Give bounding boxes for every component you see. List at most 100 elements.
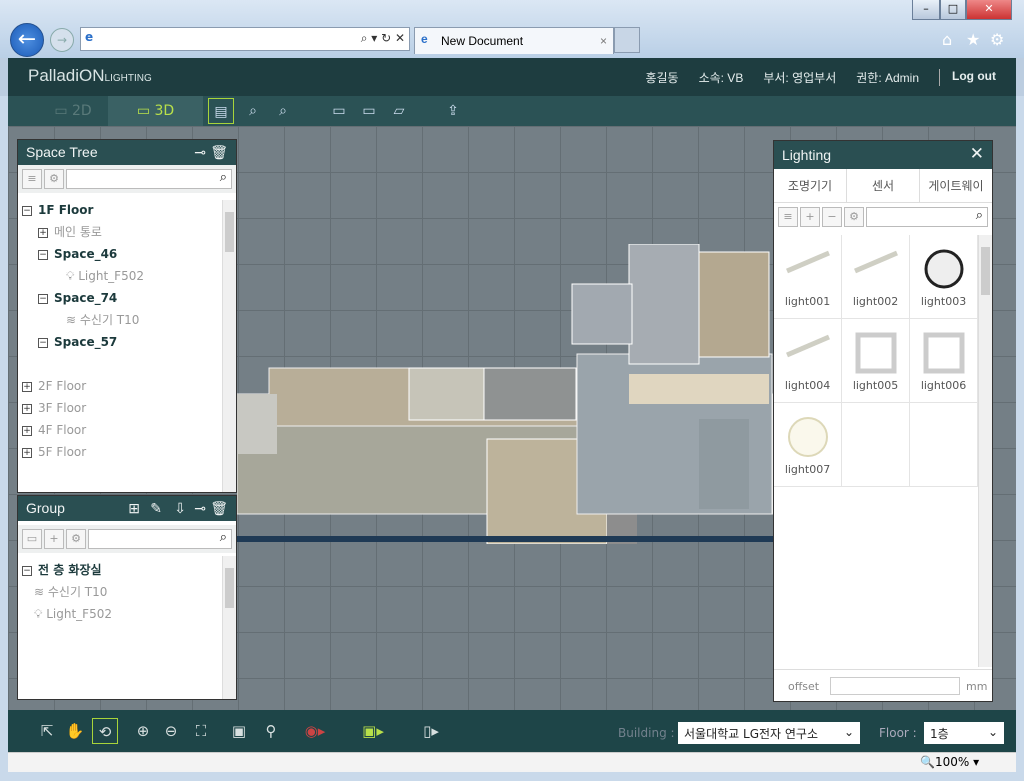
new-tab-button[interactable] bbox=[614, 27, 640, 53]
expand-icon[interactable]: + bbox=[22, 403, 32, 414]
tree-item[interactable]: +3F Floor bbox=[22, 397, 232, 419]
tab-lighting-fixtures[interactable]: 조명기기 bbox=[774, 169, 847, 202]
folder-icon[interactable]: ▭ bbox=[22, 529, 42, 549]
building-select[interactable]: 서울대학교 LG전자 연구소 ⌄ bbox=[678, 722, 860, 744]
zoom-out-icon[interactable]: ⊖ bbox=[158, 718, 184, 744]
collapse-icon[interactable]: − bbox=[38, 337, 48, 348]
search-icon[interactable]: ⌕ bbox=[220, 170, 227, 185]
export-icon[interactable]: ⇪ bbox=[440, 98, 466, 124]
list-icon[interactable]: ≡ bbox=[22, 169, 42, 189]
tree-item[interactable]: 💡︎ Light_F502 bbox=[22, 265, 232, 287]
zoom-in-icon[interactable]: ⊕ bbox=[130, 718, 156, 744]
monitor-icon[interactable]: ▭ bbox=[326, 98, 352, 124]
view-2d-button[interactable]: ▭ 2D bbox=[38, 96, 108, 126]
floor-select[interactable]: 1층 ⌄ bbox=[924, 722, 1004, 744]
scrollbar[interactable] bbox=[222, 556, 236, 699]
search-refresh-stop-icons[interactable]: ⌕ ▾ ↻ ✕ bbox=[361, 31, 405, 46]
light-item[interactable]: light006 bbox=[910, 319, 978, 403]
light-item[interactable]: light005 bbox=[842, 319, 910, 403]
maximize-button[interactable]: □ bbox=[940, 0, 966, 20]
close-icon[interactable]: ✕ bbox=[970, 144, 984, 164]
gear-icon[interactable]: ⚙ bbox=[44, 169, 64, 189]
list-icon[interactable]: ≡ bbox=[778, 207, 798, 227]
tab-sensors[interactable]: 센서 bbox=[847, 169, 920, 202]
light-item[interactable]: light004 bbox=[774, 319, 842, 403]
cube-menu-icon[interactable]: ▣▸ bbox=[360, 718, 386, 744]
search-icon[interactable]: ⌕ bbox=[220, 530, 227, 545]
light-item[interactable]: light002 bbox=[842, 235, 910, 319]
expand-icon[interactable]: + bbox=[38, 227, 48, 238]
search-icon[interactable]: ⌕ bbox=[976, 208, 983, 223]
tree-item[interactable]: + 메인 통로 bbox=[22, 221, 232, 243]
plus-icon[interactable]: + bbox=[800, 207, 820, 227]
tree-item[interactable]: +5F Floor bbox=[22, 441, 232, 463]
link-icon[interactable]: ⊸ bbox=[194, 144, 206, 161]
light-item[interactable]: light001 bbox=[774, 235, 842, 319]
collapse-icon[interactable]: − bbox=[22, 205, 32, 216]
collapse-icon[interactable]: − bbox=[22, 565, 32, 576]
tree-item[interactable]: − Space_57 bbox=[22, 331, 232, 353]
favorites-icon[interactable]: ★ bbox=[966, 30, 980, 49]
close-window-button[interactable]: ✕ bbox=[966, 0, 1012, 20]
tab-gateways[interactable]: 게이트웨이 bbox=[920, 169, 992, 202]
select-arrow-icon[interactable]: ⇱ bbox=[34, 718, 60, 744]
forward-button[interactable]: → bbox=[50, 28, 74, 52]
trash-icon[interactable]: 🗑 bbox=[210, 144, 228, 161]
rotate-icon[interactable]: ⟲ bbox=[92, 718, 118, 744]
expand-icon[interactable]: + bbox=[22, 425, 32, 436]
search-map-icon[interactable]: ⌕ bbox=[240, 98, 266, 124]
light-item[interactable]: light007 bbox=[774, 403, 842, 487]
tree-item[interactable]: +2F Floor bbox=[22, 375, 232, 397]
layers-icon[interactable]: ▣ bbox=[226, 718, 252, 744]
scrollbar[interactable] bbox=[978, 235, 992, 667]
collapse-icon[interactable]: − bbox=[38, 293, 48, 304]
back-button[interactable]: ← bbox=[10, 23, 44, 57]
edit-icon[interactable]: ✎ bbox=[150, 500, 162, 517]
home-icon[interactable]: ⌂ bbox=[942, 30, 952, 49]
address-bar[interactable]: e ⌕ ▾ ↻ ✕ bbox=[80, 27, 410, 51]
zoom-level[interactable]: 🔍100% ▾ bbox=[920, 755, 979, 769]
gear-icon[interactable]: ⚙ bbox=[844, 207, 864, 227]
trash-icon[interactable]: 🗑 bbox=[210, 500, 228, 517]
visibility-menu-icon[interactable]: ◉▸ bbox=[302, 718, 328, 744]
settings-gear-icon[interactable]: ⚙ bbox=[990, 30, 1004, 49]
tree-item[interactable]: ≋ 수신기 T10 bbox=[22, 309, 232, 331]
wall-height-menu-icon[interactable]: ▯▸ bbox=[418, 718, 444, 744]
network-icon[interactable]: ⚲ bbox=[258, 718, 284, 744]
tree-item[interactable]: − Space_74 bbox=[22, 287, 232, 309]
minimize-button[interactable]: – bbox=[912, 0, 940, 20]
close-tab-icon[interactable]: × bbox=[600, 34, 607, 48]
plus-icon[interactable]: + bbox=[44, 529, 64, 549]
space-search-input[interactable]: ⌕ bbox=[66, 169, 232, 189]
gear-icon[interactable]: ⚙ bbox=[66, 529, 86, 549]
add-group-icon[interactable]: ⊞ bbox=[128, 500, 140, 517]
tree-item[interactable]: 💡︎ Light_F502 bbox=[22, 603, 232, 625]
fit-screen-icon[interactable]: ⛶ bbox=[188, 718, 214, 744]
tree-item[interactable]: −1F Floor bbox=[22, 199, 232, 221]
collapse-icon[interactable]: − bbox=[38, 249, 48, 260]
expand-icon[interactable]: + bbox=[22, 447, 32, 458]
floor-plan[interactable] bbox=[237, 244, 773, 544]
view-3d-button[interactable]: ▭ 3D bbox=[108, 96, 203, 126]
download-icon[interactable]: ⇩ bbox=[174, 500, 186, 517]
tree-item[interactable]: − 전 층 화장실 bbox=[22, 559, 232, 581]
lighting-search-input[interactable]: ⌕ bbox=[866, 207, 988, 227]
tree-view-icon[interactable]: ▤ bbox=[208, 98, 234, 124]
search-settings-icon[interactable]: ⌕ bbox=[270, 98, 296, 124]
group-search-input[interactable]: ⌕ bbox=[88, 529, 232, 549]
light-item[interactable]: light003 bbox=[910, 235, 978, 319]
link-icon[interactable]: ⊸ bbox=[194, 500, 206, 517]
light-thumbnail-icon bbox=[842, 319, 909, 378]
tree-item[interactable]: ≋ 수신기 T10 bbox=[22, 581, 232, 603]
logout-link[interactable]: Log out bbox=[939, 69, 996, 86]
minus-icon[interactable]: − bbox=[822, 207, 842, 227]
tree-item[interactable]: +4F Floor bbox=[22, 419, 232, 441]
offset-input[interactable] bbox=[830, 677, 960, 695]
browser-tab[interactable]: e New Document × bbox=[414, 27, 614, 54]
hand-pan-icon[interactable]: ✋ bbox=[62, 718, 88, 744]
folder-open-icon[interactable]: ▱ bbox=[386, 98, 412, 124]
tree-item[interactable]: − Space_46 bbox=[22, 243, 232, 265]
monitor-chart-icon[interactable]: ▭ bbox=[356, 98, 382, 124]
expand-icon[interactable]: + bbox=[22, 381, 32, 392]
scrollbar[interactable] bbox=[222, 200, 236, 492]
